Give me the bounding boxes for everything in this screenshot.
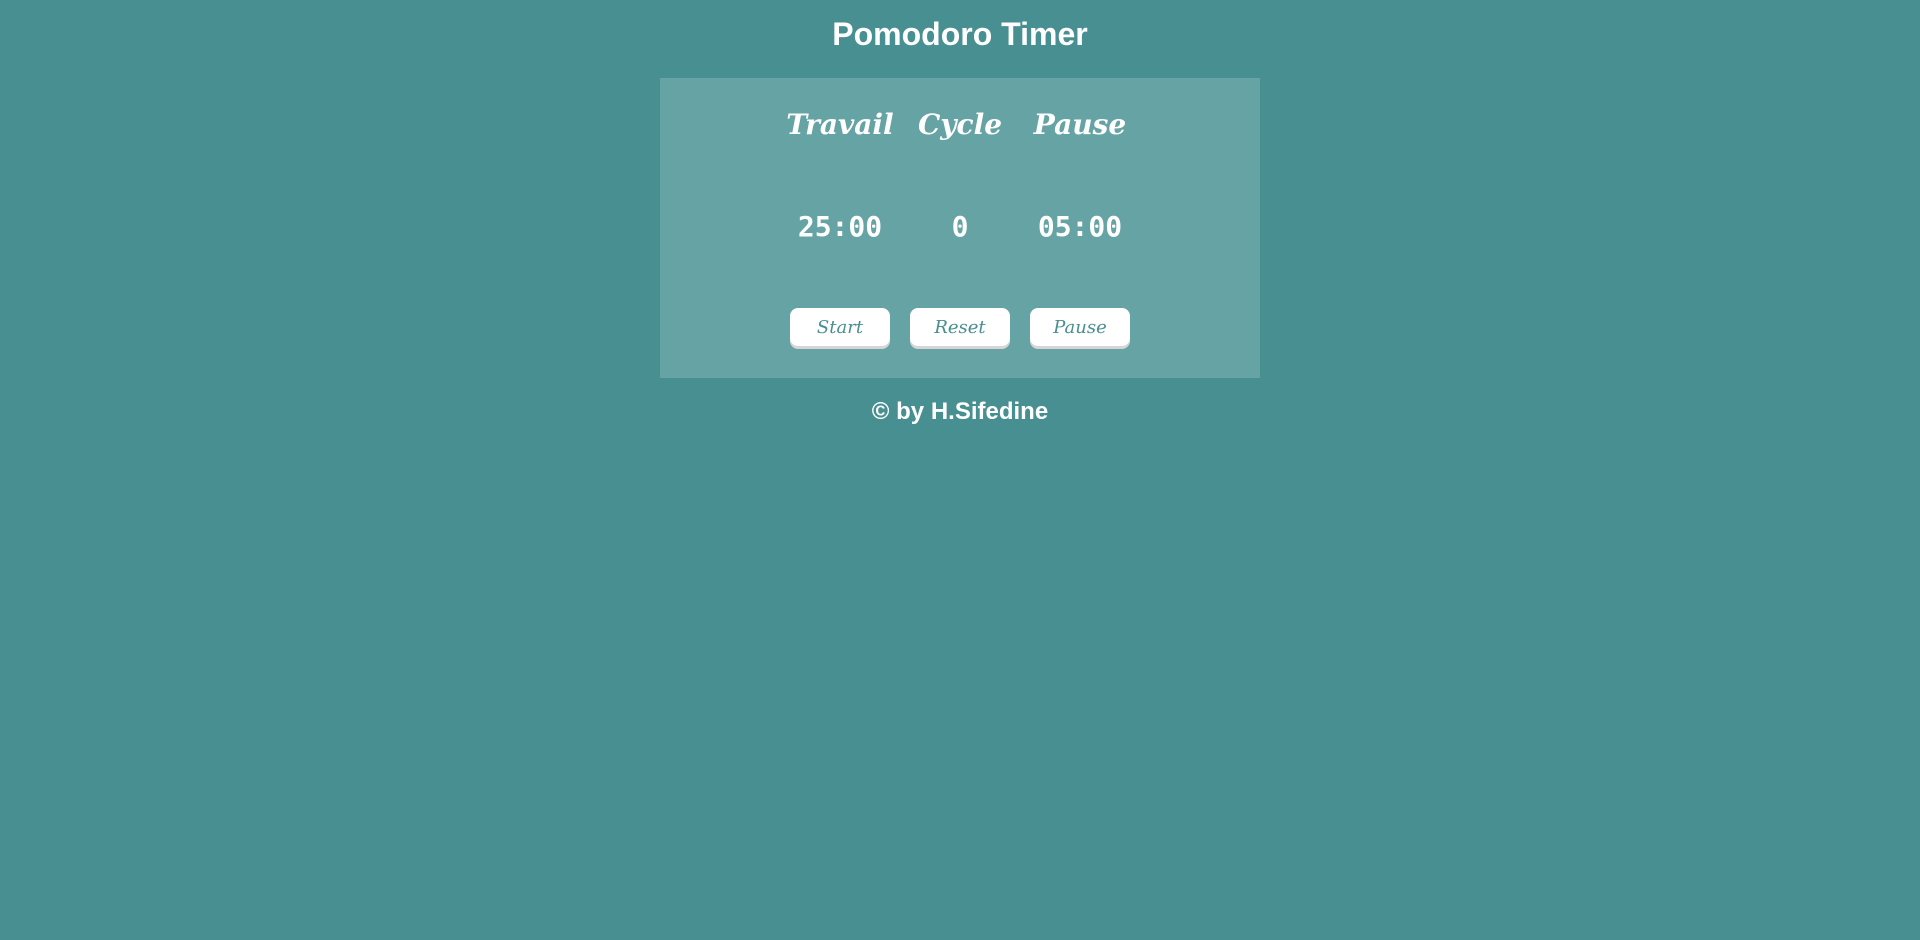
- pause-time: 05:00: [1037, 210, 1123, 243]
- pause-label: Pause: [1033, 108, 1127, 141]
- work-label: Travail: [786, 108, 894, 141]
- cycle-label: Cycle: [917, 108, 1003, 141]
- cycle-count: 0: [951, 210, 969, 243]
- work-time: 25:00: [797, 210, 883, 243]
- reset-button[interactable]: Reset: [910, 308, 1010, 346]
- pause-button[interactable]: Pause: [1030, 308, 1130, 346]
- timer-panel: Travail Cycle Pause 25:00 0 05:00 Start …: [660, 78, 1260, 378]
- start-button[interactable]: Start: [790, 308, 890, 346]
- page-title: Pomodoro Timer: [832, 16, 1088, 52]
- footer-credit: © by H.Sifedine: [871, 398, 1049, 425]
